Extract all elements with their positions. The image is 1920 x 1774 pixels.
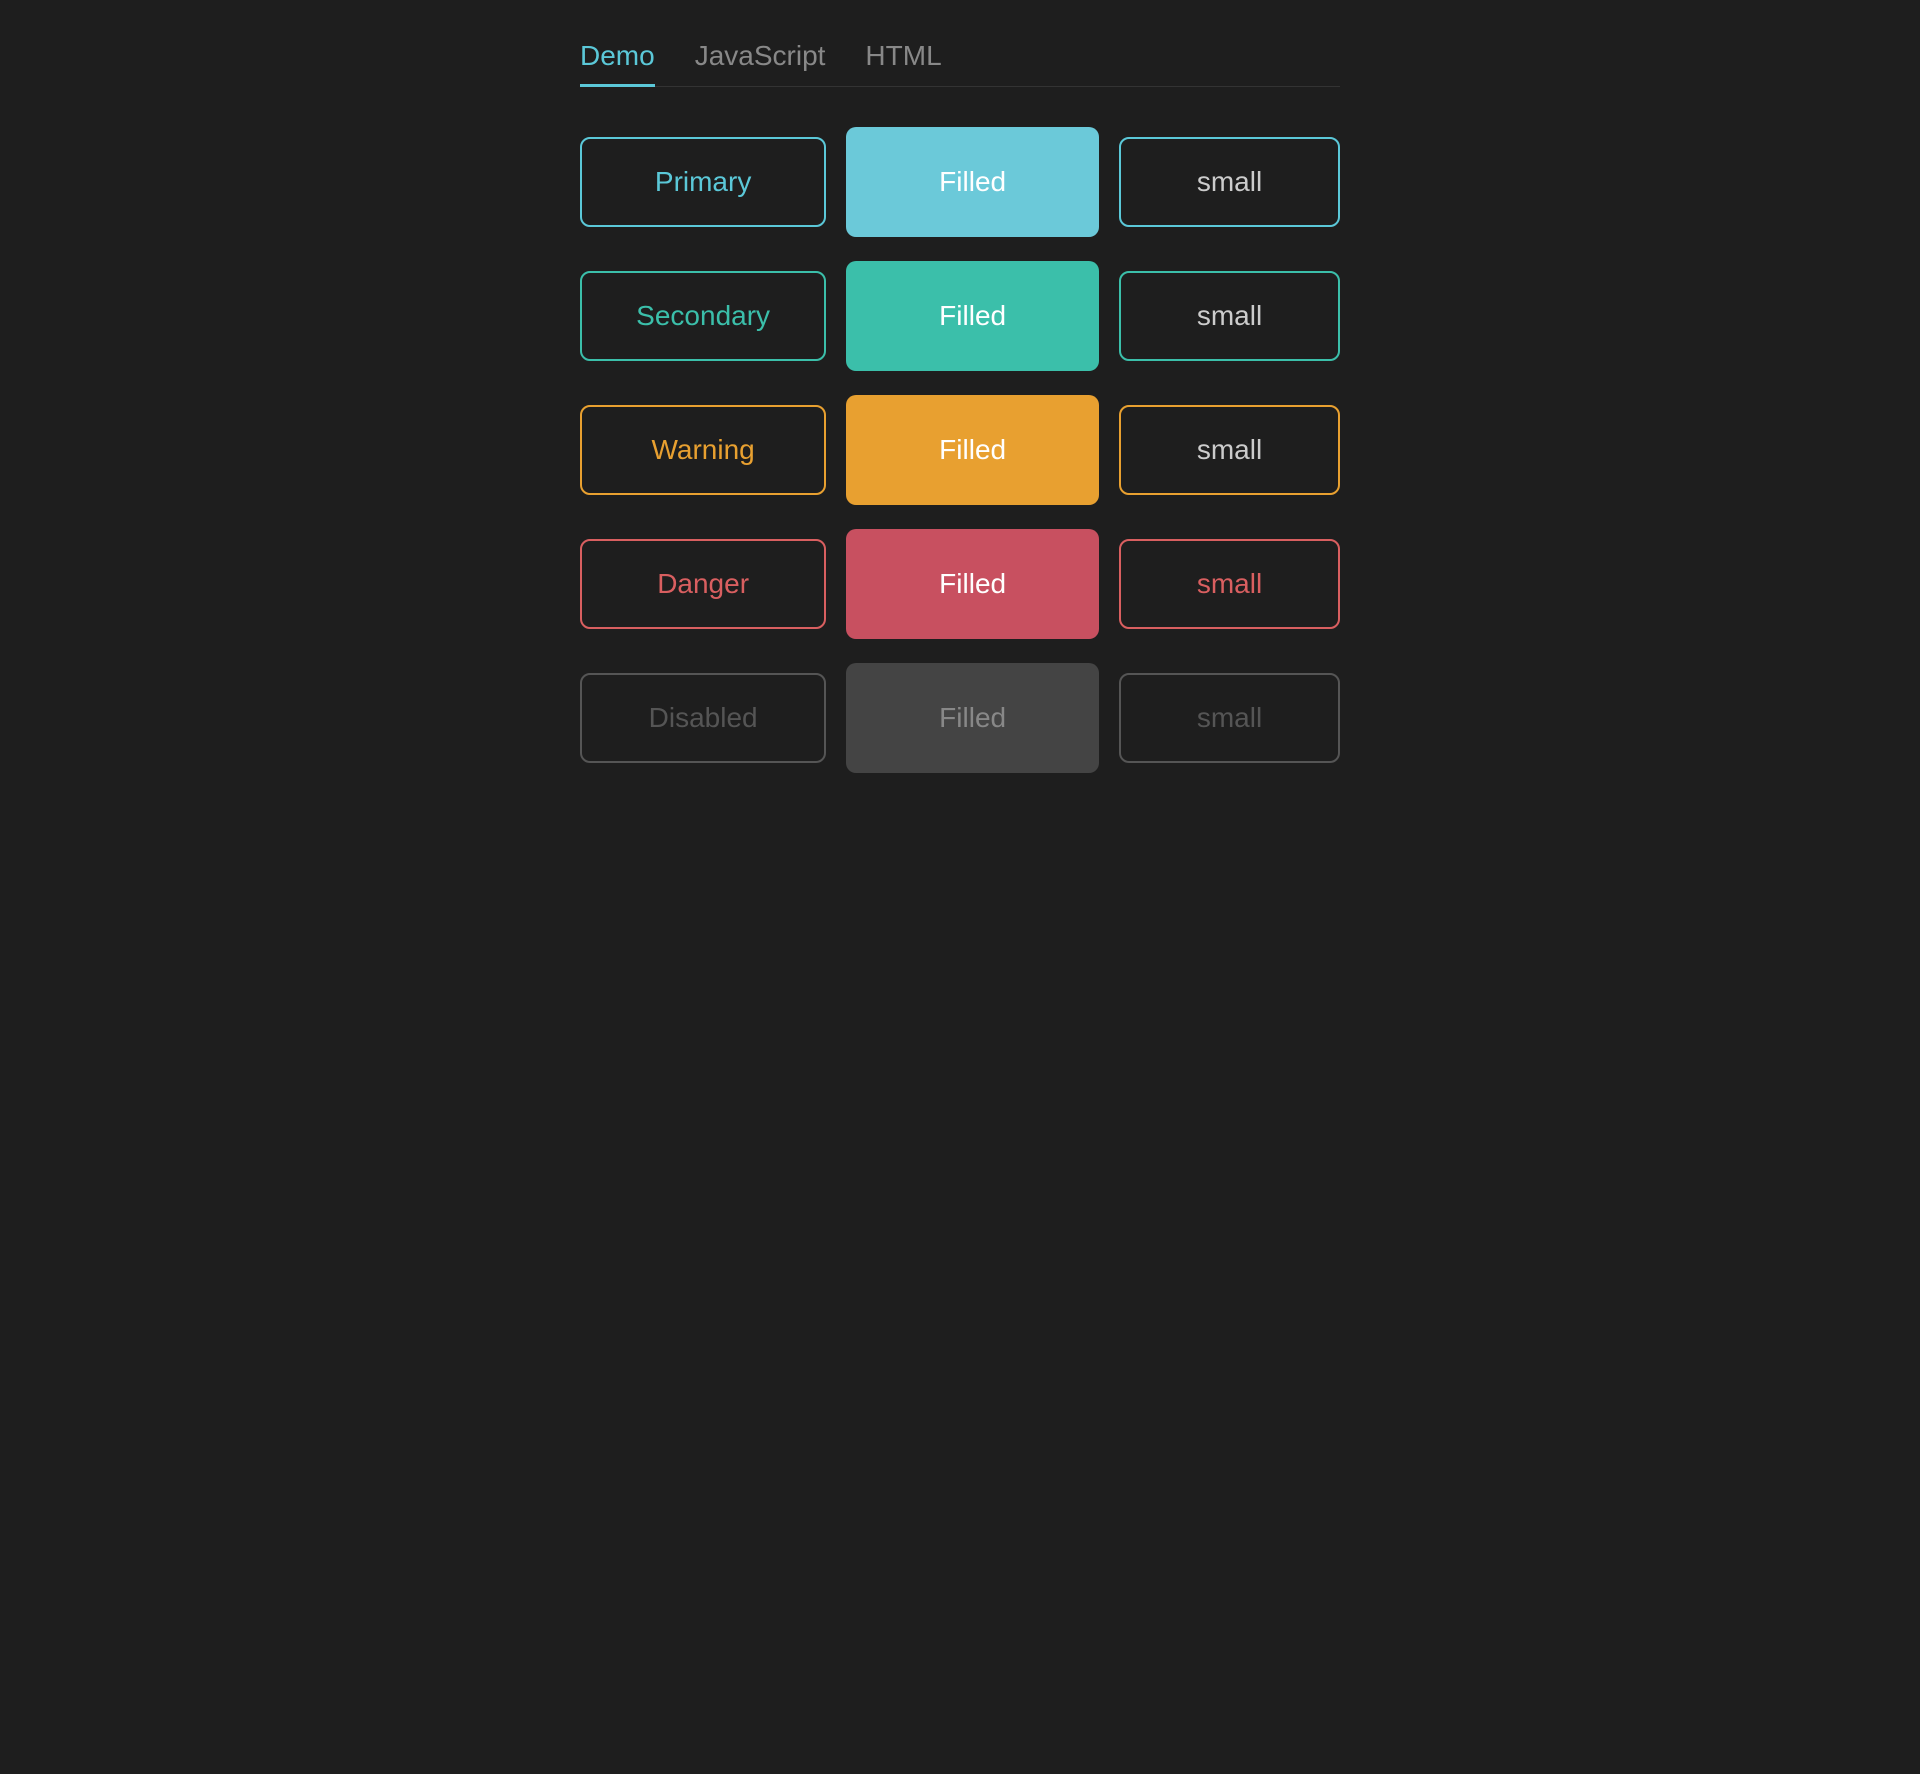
- secondary-outline-button[interactable]: Secondary: [580, 271, 826, 361]
- danger-filled-button[interactable]: Filled: [846, 529, 1099, 639]
- tab-demo[interactable]: Demo: [580, 40, 655, 87]
- primary-filled-button[interactable]: Filled: [846, 127, 1099, 237]
- primary-row: Primary Filled small: [580, 127, 1340, 237]
- secondary-filled-button[interactable]: Filled: [846, 261, 1099, 371]
- disabled-small-button: small: [1119, 673, 1340, 763]
- warning-outline-button[interactable]: Warning: [580, 405, 826, 495]
- disabled-filled-button: Filled: [846, 663, 1099, 773]
- disabled-outline-button: Disabled: [580, 673, 826, 763]
- tab-html[interactable]: HTML: [865, 40, 941, 87]
- warning-filled-button[interactable]: Filled: [846, 395, 1099, 505]
- secondary-small-button[interactable]: small: [1119, 271, 1340, 361]
- danger-outline-button[interactable]: Danger: [580, 539, 826, 629]
- warning-small-button[interactable]: small: [1119, 405, 1340, 495]
- secondary-row: Secondary Filled small: [580, 261, 1340, 371]
- button-grid: Primary Filled small Secondary Filled sm…: [580, 127, 1340, 773]
- tab-bar: Demo JavaScript HTML: [580, 40, 1340, 87]
- main-container: Demo JavaScript HTML Primary Filled smal…: [580, 40, 1340, 773]
- disabled-row: Disabled Filled small: [580, 663, 1340, 773]
- primary-outline-button[interactable]: Primary: [580, 137, 826, 227]
- tab-javascript[interactable]: JavaScript: [695, 40, 826, 87]
- danger-small-button[interactable]: small: [1119, 539, 1340, 629]
- warning-row: Warning Filled small: [580, 395, 1340, 505]
- danger-row: Danger Filled small: [580, 529, 1340, 639]
- primary-small-button[interactable]: small: [1119, 137, 1340, 227]
